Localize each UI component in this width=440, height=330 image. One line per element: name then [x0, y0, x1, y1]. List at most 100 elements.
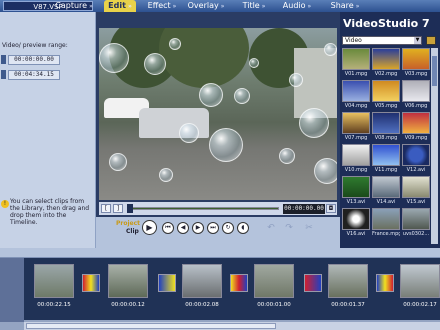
thumbnail: [342, 176, 370, 198]
tab-overlay[interactable]: Overlay»: [186, 0, 226, 12]
library-item[interactable]: V09.mpg: [402, 112, 430, 142]
transition[interactable]: [158, 274, 176, 292]
bubble: [234, 88, 250, 104]
end-time-field[interactable]: 00:04:34.15: [8, 70, 60, 80]
library-item[interactable]: V13.avi: [342, 176, 370, 206]
timeline-clip[interactable]: 00:00:01.37: [324, 264, 372, 314]
start-time-field[interactable]: 00:00:00.00: [8, 55, 60, 65]
chevron-icon: »: [172, 3, 177, 10]
thumbnail: [372, 176, 400, 198]
thumbnail: [402, 176, 430, 198]
library-item-label: V10.mpg: [344, 167, 368, 173]
preview-panel: [ ] 00:00:00.00 ◘: [96, 12, 340, 217]
clip-duration: 00:00:02.17: [403, 302, 437, 308]
thumbnail: [34, 264, 74, 298]
timeline-clip[interactable]: 00:00:22.15: [30, 264, 78, 314]
library-item[interactable]: V04.mpg: [342, 80, 370, 110]
timeline-scrollbar[interactable]: [24, 322, 440, 330]
clip-mode-label[interactable]: Clip: [126, 228, 139, 235]
library-item[interactable]: V15.avi: [402, 176, 430, 206]
library-item[interactable]: V05.mpg: [372, 80, 400, 110]
timeline-clip[interactable]: 00:00:00.12: [104, 264, 152, 314]
timeline-toolbar: [0, 248, 440, 258]
thumbnail: [342, 144, 370, 166]
video-preview[interactable]: [99, 28, 337, 200]
bubble: [289, 73, 303, 87]
chevron-icon: »: [307, 3, 312, 10]
thumbnail: [400, 264, 440, 298]
library-item[interactable]: France.mpg: [372, 208, 400, 238]
library-item[interactable]: V11.mpg: [372, 144, 400, 174]
scrub-bar: [ ] 00:00:00.00 ◘: [99, 202, 337, 215]
play-icon[interactable]: ▶: [142, 220, 157, 235]
thumbnail: [108, 264, 148, 298]
scrollbar-thumb[interactable]: [26, 323, 276, 329]
lightbulb-icon: !: [1, 200, 9, 208]
thumbnail: [342, 48, 370, 70]
scrollbar-thumb[interactable]: [432, 56, 437, 86]
timecode-display[interactable]: 00:00:00.00: [283, 204, 325, 214]
bubble: [209, 128, 243, 162]
thumbnail: [402, 144, 430, 166]
jog-slider-handle[interactable]: [127, 204, 133, 213]
library-item[interactable]: V03.mpg: [402, 48, 430, 78]
timeline-clip[interactable]: 00:00:02.17: [396, 264, 440, 314]
mark-out-button[interactable]: ]: [113, 204, 123, 213]
options-panel: Video/ preview range: 00:00:00.00 00:04:…: [0, 12, 96, 248]
library-item-label: V05.mpg: [374, 103, 398, 109]
tab-audio[interactable]: Audio»: [280, 0, 314, 12]
library-item[interactable]: V10.mpg: [342, 144, 370, 174]
library-item[interactable]: V01.mpg: [342, 48, 370, 78]
library-item-label: V02.mpg: [374, 71, 398, 77]
previous-frame-icon[interactable]: ◀: [177, 222, 189, 234]
home-icon[interactable]: ⏮: [162, 222, 174, 234]
transition[interactable]: [230, 274, 248, 292]
thumbnail: [402, 112, 430, 134]
transition[interactable]: [376, 274, 394, 292]
tab-effect[interactable]: Effect»: [146, 0, 178, 12]
split-clip-icon[interactable]: ✂: [304, 223, 314, 233]
transition[interactable]: [304, 274, 322, 292]
library-item[interactable]: V07.mpg: [342, 112, 370, 142]
undo-icon[interactable]: ↶: [266, 223, 276, 233]
folder-icon[interactable]: [426, 36, 436, 45]
library-item[interactable]: V14.avi: [372, 176, 400, 206]
thumbnail: [328, 264, 368, 298]
library-item[interactable]: V12.avi: [402, 144, 430, 174]
volume-icon[interactable]: ◖: [237, 222, 249, 234]
thumbnail: [402, 80, 430, 102]
library-item[interactable]: V02.mpg: [372, 48, 400, 78]
storyboard-strip[interactable]: 00:00:22.15 00:00:00.12 00:00:02.08 00:0…: [24, 258, 440, 320]
library-item[interactable]: V06.mpg: [402, 80, 430, 110]
library-item[interactable]: uvs0302...: [402, 208, 430, 238]
next-frame-icon[interactable]: ▶: [192, 222, 204, 234]
mark-in-button[interactable]: [: [101, 204, 111, 213]
timeline-clip[interactable]: 00:00:02.08: [178, 264, 226, 314]
library-scrollbar[interactable]: [431, 48, 438, 244]
end-icon[interactable]: ⏭: [207, 222, 219, 234]
repeat-icon[interactable]: ↻: [222, 222, 234, 234]
project-mode-label[interactable]: Project: [116, 220, 140, 227]
thumbnail: [342, 80, 370, 102]
tab-edit[interactable]: Edit»: [104, 0, 136, 12]
library-category-dropdown[interactable]: Video ▼: [342, 36, 422, 45]
library-item-label: V07.mpg: [344, 135, 368, 141]
tab-capture[interactable]: Capture»: [54, 0, 94, 12]
library-item-label: uvs0302...: [402, 231, 430, 237]
library-item[interactable]: V16.avi: [342, 208, 370, 238]
thumbnail: [342, 112, 370, 134]
library-item-label: V15.avi: [406, 199, 426, 205]
trim-bar[interactable]: [129, 207, 279, 210]
timeline-clip[interactable]: 00:00:01.00: [250, 264, 298, 314]
tab-share[interactable]: Share»: [326, 0, 364, 12]
tab-overlay-label: Overlay: [187, 1, 219, 10]
hint-text: You can select clips from the Library, t…: [10, 198, 90, 226]
library-item-label: V14.avi: [376, 199, 396, 205]
transition[interactable]: [82, 274, 100, 292]
library-item[interactable]: V08.mpg: [372, 112, 400, 142]
tab-title[interactable]: Title»: [238, 0, 270, 12]
library-item-label: V11.mpg: [374, 167, 398, 173]
redo-icon[interactable]: ↷: [284, 223, 294, 233]
camera-icon[interactable]: ◘: [326, 204, 336, 213]
bubble: [279, 148, 295, 164]
